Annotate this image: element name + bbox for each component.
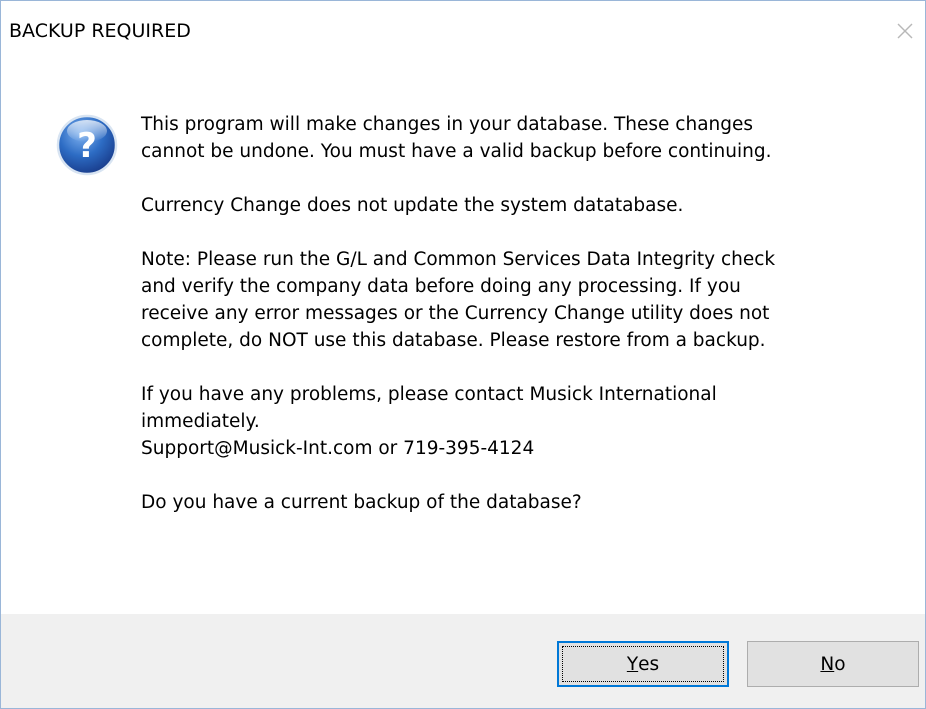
dialog-title: BACKUP REQUIRED [9, 20, 191, 42]
close-button[interactable] [887, 13, 923, 49]
message-paragraph-note: Note: Please run the G/L and Common Serv… [141, 249, 776, 351]
message-paragraph-warning: This program will make changes in your d… [141, 114, 772, 162]
message-text: This program will make changes in your d… [141, 111, 881, 516]
yes-button[interactable]: Yes [557, 641, 729, 687]
message-paragraph-system-db: Currency Change does not update the syst… [141, 195, 684, 216]
button-bar: Yes No [1, 614, 925, 708]
backup-required-dialog: BACKUP REQUIRED ? This program will make… [0, 0, 926, 709]
yes-mnemonic: Y [626, 653, 639, 675]
no-label-rest: o [834, 653, 846, 675]
yes-label-rest: es [638, 653, 660, 675]
svg-text:?: ? [77, 126, 97, 166]
question-icon: ? [56, 114, 118, 176]
close-icon [897, 23, 913, 39]
no-mnemonic: N [820, 653, 835, 675]
message-paragraph-contact: If you have any problems, please contact… [141, 384, 717, 459]
message-area: ? This program will make changes in your… [1, 64, 925, 614]
title-bar: BACKUP REQUIRED [1, 1, 925, 64]
no-button[interactable]: No [747, 641, 919, 687]
message-paragraph-question: Do you have a current backup of the data… [141, 492, 582, 513]
